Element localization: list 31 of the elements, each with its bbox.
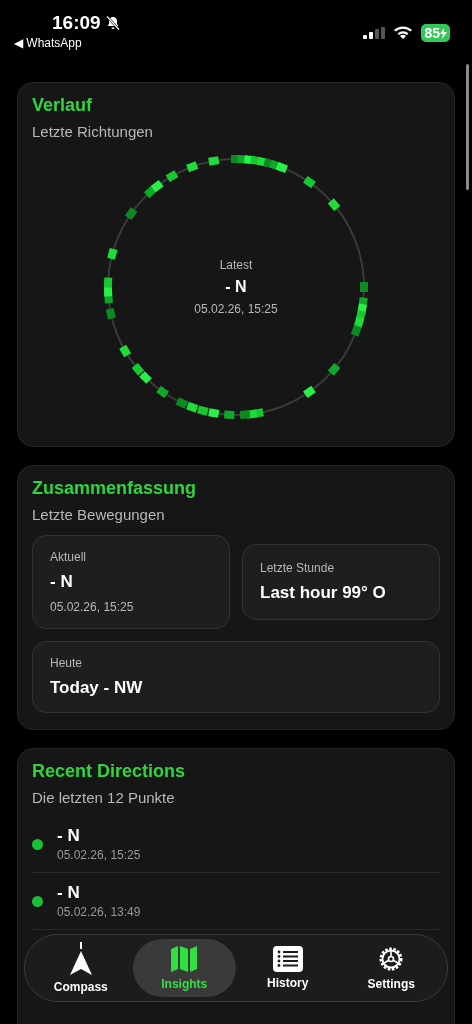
card-title: Zusammenfassung bbox=[32, 478, 198, 499]
list-icon bbox=[272, 946, 303, 972]
tab[interactable]: Settings bbox=[339, 939, 443, 997]
direction-text: - N bbox=[57, 826, 81, 846]
summary-tile: Letzte Stunde Last hour 99° O bbox=[242, 544, 440, 620]
tab[interactable]: Insights bbox=[132, 939, 236, 997]
tab[interactable]: Compass bbox=[29, 939, 133, 997]
time-text: 05.02.26, 13:49 bbox=[57, 905, 141, 919]
status-dot bbox=[32, 838, 43, 850]
latest-label: Latest bbox=[219, 258, 253, 272]
back-link[interactable]: ◀ WhatsApp bbox=[14, 36, 82, 50]
summary-tile: Aktuell - N 05.02.26, 15:25 bbox=[32, 535, 230, 629]
card-title: Verlauf bbox=[32, 95, 94, 116]
signal-icon bbox=[363, 27, 386, 39]
card-subtitle: Die letzten 12 Punkte bbox=[32, 789, 176, 806]
clock-time: 16:09 bbox=[52, 12, 101, 34]
latest-time: 05.02.26, 15:25 bbox=[194, 302, 278, 316]
card-subtitle: Letzte Bewegungen bbox=[32, 506, 166, 523]
summary-tile: Heute Today - NW bbox=[32, 641, 440, 713]
direction-text: - N bbox=[57, 883, 81, 903]
wifi-icon bbox=[393, 26, 414, 40]
status-dot bbox=[32, 895, 43, 907]
tab[interactable]: History bbox=[236, 939, 340, 997]
card-subtitle: Letzte Richtungen bbox=[32, 123, 154, 140]
battery-indicator: 85 bbox=[421, 24, 450, 42]
card-title: Recent Directions bbox=[32, 761, 187, 782]
time-text: 05.02.26, 15:25 bbox=[57, 848, 141, 862]
arrow-icon bbox=[67, 942, 94, 976]
map-icon bbox=[170, 945, 199, 973]
scrollbar[interactable] bbox=[466, 64, 469, 190]
latest-direction: - N bbox=[225, 278, 247, 296]
